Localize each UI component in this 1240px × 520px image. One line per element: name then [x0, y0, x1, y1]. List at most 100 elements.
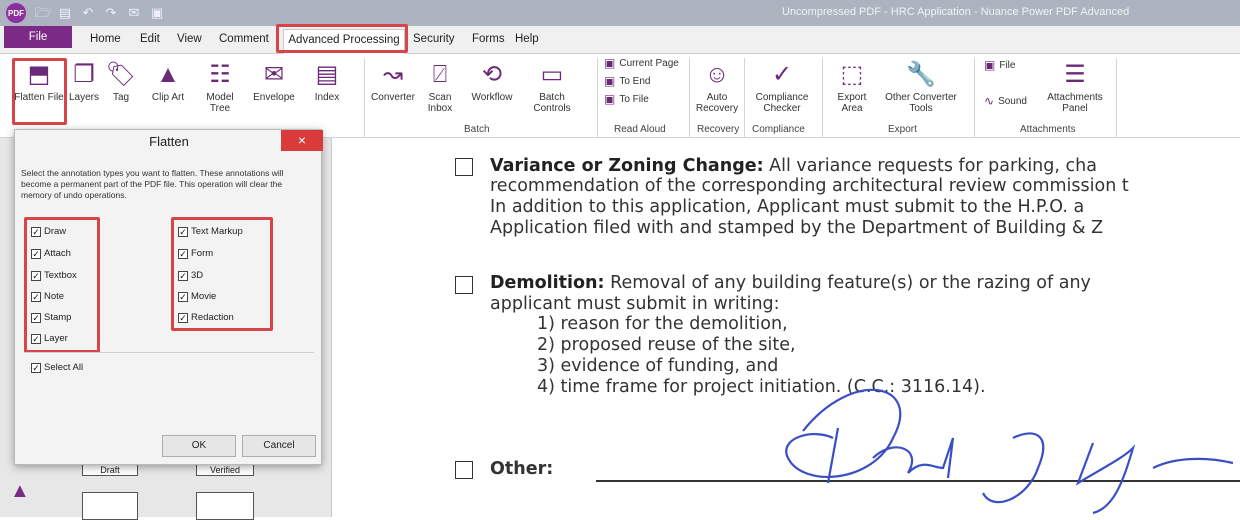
tab-view[interactable]: View: [177, 33, 202, 45]
window-title: Uncompressed PDF - HRC Application - Nua…: [782, 6, 1130, 18]
clip-art-button[interactable]: ▲ Clip Art: [146, 56, 190, 103]
close-button[interactable]: ×: [281, 130, 323, 151]
auto-recovery-button[interactable]: ☺ Auto Recovery: [692, 56, 742, 114]
compliance-checker-label: Compliance Checker: [755, 92, 809, 114]
ribbon-tab-bar: File Home Edit View Comment Advanced Pro…: [0, 26, 1240, 55]
tab-forms[interactable]: Forms: [472, 33, 505, 45]
index-button[interactable]: ▤ Index: [306, 56, 348, 103]
envelope-icon: ✉: [263, 60, 285, 88]
tag-icon: 🏷: [105, 60, 137, 88]
current-page-icon: ▣: [604, 55, 616, 70]
layers-icon: ❐: [73, 60, 95, 88]
mail-icon[interactable]: ✉: [127, 6, 141, 20]
tab-comment[interactable]: Comment: [219, 33, 269, 45]
document-view: Variance or Zoning Change: All variance …: [333, 138, 1240, 517]
export-area-label: Export Area: [837, 92, 867, 114]
file-attach-label: File: [999, 59, 1016, 71]
tab-edit[interactable]: Edit: [140, 33, 160, 45]
to-file-button[interactable]: ▣ To File: [604, 92, 649, 106]
sound-icon: ∿: [984, 93, 995, 108]
group-label-read-aloud: Read Aloud: [614, 124, 666, 135]
model-tree-icon: ☷: [209, 60, 231, 88]
tab-home[interactable]: Home: [90, 33, 121, 45]
envelope-label: Envelope: [253, 92, 295, 103]
file-icon: ▣: [984, 57, 996, 72]
tab-security[interactable]: Security: [413, 33, 455, 45]
other-converter-tools-icon: 🔧: [906, 60, 936, 88]
layers-label: Layers: [68, 92, 99, 103]
index-label: Index: [314, 92, 340, 103]
checkbox-checked-icon[interactable]: ✓: [31, 362, 41, 373]
open-folder-icon[interactable]: 🗁: [35, 6, 51, 20]
signature-image: [785, 388, 1234, 515]
envelope-button[interactable]: ✉ Envelope: [248, 56, 300, 103]
group-separator: [1116, 58, 1117, 138]
option-select-all[interactable]: ✓ Select All: [31, 362, 83, 373]
compliance-checker-button[interactable]: ✓ Compliance Checker: [750, 56, 814, 114]
clip-art-label: Clip Art: [151, 92, 185, 103]
group-label-recovery: Recovery: [697, 124, 740, 135]
app-logo-icon[interactable]: PDF: [6, 3, 26, 23]
tab-help[interactable]: Help: [515, 33, 539, 45]
undo-icon[interactable]: ↶: [81, 6, 95, 20]
sound-label: Sound: [998, 95, 1027, 107]
current-page-button[interactable]: ▣ Current Page: [604, 56, 679, 70]
clip-art-icon: ▲: [156, 60, 180, 88]
to-end-icon: ▣: [604, 73, 616, 88]
to-end-button[interactable]: ▣ To End: [604, 74, 650, 88]
attachments-panel-label: Attachments Panel: [1047, 92, 1103, 114]
group-label-compliance: Compliance: [752, 124, 805, 135]
auto-recovery-label: Auto Recovery: [695, 92, 739, 114]
scan-inbox-button[interactable]: ⍁ Scan Inbox: [420, 56, 460, 114]
group-separator: [689, 58, 690, 138]
attachments-panel-icon: ☰: [1064, 60, 1086, 88]
auto-recovery-icon: ☺: [704, 60, 730, 88]
scan-inbox-icon: ⍁: [432, 60, 448, 88]
current-page-label: Current Page: [619, 57, 679, 69]
group-separator: [597, 58, 598, 138]
highlight-advanced-processing: [276, 24, 408, 53]
select-all-label: Select All: [44, 362, 84, 373]
dropdown-icon[interactable]: ▣: [150, 6, 164, 20]
model-tree-button[interactable]: ☷ Model Tree: [196, 56, 244, 114]
layers-button[interactable]: ❐ Layers: [66, 56, 102, 103]
other-converter-tools-label: Other Converter Tools: [885, 92, 957, 114]
converter-icon: ↝: [382, 60, 404, 88]
index-icon: ▤: [315, 60, 339, 88]
highlight-flatten-file: [12, 58, 67, 125]
page-thumbnail[interactable]: [196, 492, 254, 520]
page-thumbnail[interactable]: [82, 492, 138, 520]
file-attach-button[interactable]: ▣ File: [984, 58, 1015, 72]
other-converter-tools-button[interactable]: 🔧 Other Converter Tools: [878, 56, 964, 114]
ok-button[interactable]: OK: [162, 435, 236, 457]
title-bar: PDF 🗁 ▤ ↶ ↷ ✉ ▣ Uncompressed PDF - HRC A…: [0, 0, 1240, 26]
group-label-export: Export: [888, 124, 917, 135]
group-separator: [744, 58, 745, 138]
thumb-label-verified: Verified: [196, 464, 254, 476]
workflow-label: Workflow: [471, 92, 513, 103]
converter-button[interactable]: ↝ Converter: [368, 56, 418, 103]
tag-button[interactable]: 🏷 Tag: [104, 56, 138, 103]
to-file-icon: ▣: [604, 91, 616, 106]
workflow-button[interactable]: ⟲ Workflow: [466, 56, 518, 103]
scan-inbox-label: Scan Inbox: [427, 92, 453, 114]
tab-file[interactable]: File: [4, 26, 72, 48]
model-tree-label: Model Tree: [206, 92, 234, 114]
clip-art-icon[interactable]: ▲: [10, 480, 30, 503]
batch-controls-button[interactable]: ▭ Batch Controls: [526, 56, 578, 114]
group-separator: [974, 58, 975, 138]
sound-button[interactable]: ∿ Sound: [984, 94, 1027, 108]
quick-access-toolbar: PDF 🗁 ▤ ↶ ↷ ✉ ▣: [6, 3, 164, 23]
attachments-panel-button[interactable]: ☰ Attachments Panel: [1044, 56, 1106, 114]
dialog-title: Flatten: [149, 134, 189, 149]
export-area-button[interactable]: ⬚ Export Area: [832, 56, 872, 114]
save-icon[interactable]: ▤: [58, 6, 72, 20]
export-area-icon: ⬚: [840, 60, 864, 88]
flatten-dialog: Flatten × Select the annotation types yo…: [14, 129, 323, 465]
to-file-label: To File: [619, 93, 649, 105]
cancel-button[interactable]: Cancel: [242, 435, 316, 457]
redo-icon[interactable]: ↷: [104, 6, 118, 20]
group-label-attachments: Attachments: [1020, 124, 1076, 135]
dialog-description: Select the annotation types you want to …: [21, 168, 284, 200]
compliance-checker-icon: ✓: [771, 60, 793, 88]
